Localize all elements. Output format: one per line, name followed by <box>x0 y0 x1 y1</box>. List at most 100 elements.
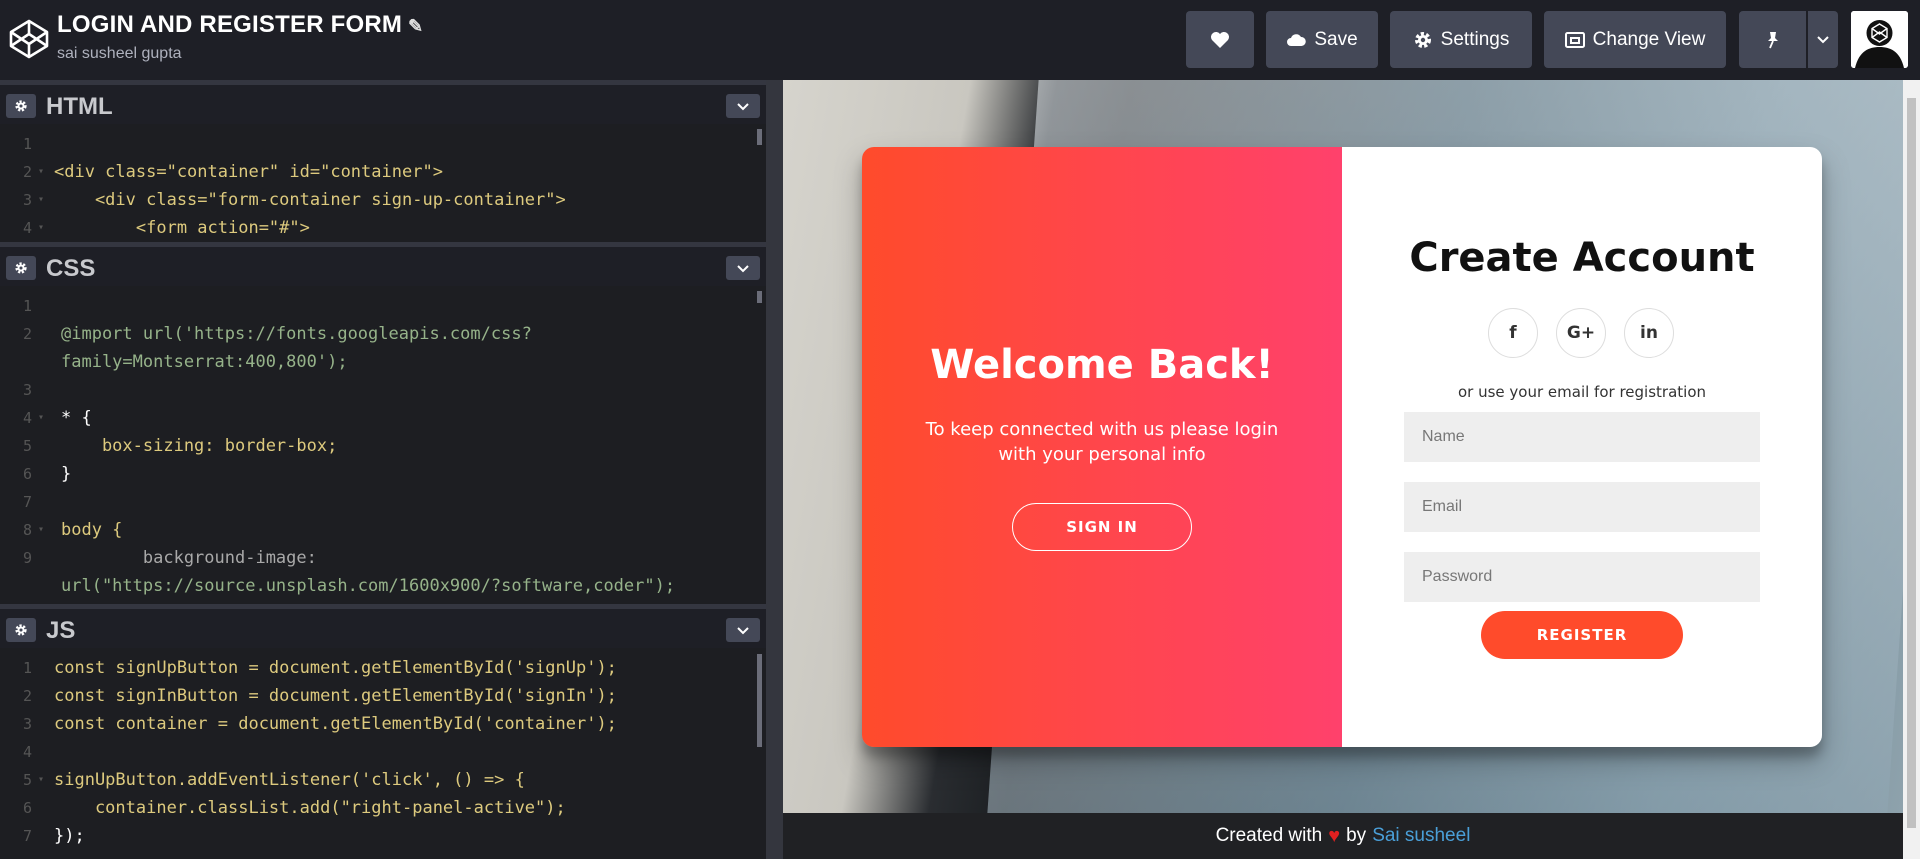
linkedin-icon[interactable]: in <box>1624 308 1674 358</box>
fold-arrow-icon[interactable]: ▾ <box>38 766 44 794</box>
footer-created-with: Created with <box>1215 825 1323 846</box>
heart-icon <box>1210 31 1230 49</box>
author-link[interactable]: Sai susheel <box>1372 825 1470 847</box>
code-text: signUpButton.addEventListener('click', (… <box>54 770 525 790</box>
user-avatar[interactable] <box>1851 11 1908 68</box>
fold-arrow-icon[interactable]: ▾ <box>38 214 44 242</box>
codepen-logo-icon[interactable] <box>8 18 50 60</box>
fold-arrow-icon[interactable]: ▾ <box>38 516 44 544</box>
code-text: <div class="form-container sign-up-conta… <box>54 190 566 210</box>
js-editor[interactable]: JS 1 const signUpButton = document.getEle… <box>0 604 766 859</box>
auth-card: Welcome Back! To keep connected with us … <box>862 147 1822 747</box>
settings-button[interactable]: Settings <box>1390 11 1532 68</box>
password-field[interactable] <box>1404 552 1760 602</box>
line-number: 5 <box>22 771 32 789</box>
preview-scrollbar[interactable] <box>1903 80 1920 859</box>
css-code[interactable]: 1 2 @import url('https://fonts.googleapis… <box>0 286 766 600</box>
code-text: box-sizing: border-box; <box>61 436 338 456</box>
fold-arrow-icon[interactable]: ▾ <box>38 186 44 214</box>
line-number: 9 <box>22 549 32 567</box>
html-settings-gear-icon[interactable] <box>6 94 36 118</box>
code-line: 3 ▾ <div class="form-container sign-up-co… <box>0 186 766 214</box>
code-line: url("https://source.unsplash.com/1600x90… <box>0 572 766 600</box>
line-number: 2 <box>22 687 32 705</box>
js-editor-header: JS <box>0 604 766 648</box>
editor-panel: HTML 1 2 ▾ <div class="container" id="cont… <box>0 80 766 859</box>
code-line: 1 <box>0 130 766 158</box>
code-line: 4 ▾ * { <box>0 404 766 432</box>
line-number: 1 <box>22 135 32 153</box>
fold-arrow-icon[interactable]: ▾ <box>38 404 44 432</box>
resize-divider[interactable] <box>766 80 783 859</box>
line-number: 4 <box>22 219 32 237</box>
code-text: * { <box>61 408 92 428</box>
pin-button[interactable] <box>1739 11 1806 68</box>
line-number: 6 <box>22 799 32 817</box>
email-field[interactable] <box>1404 482 1760 532</box>
line-number: 3 <box>22 191 32 209</box>
code-text: body { <box>61 520 123 540</box>
change-view-button[interactable]: Change View <box>1544 11 1726 68</box>
facebook-icon[interactable]: f <box>1488 308 1538 358</box>
line-number: 5 <box>22 437 32 455</box>
line-number: 3 <box>22 715 32 733</box>
html-scrollbar[interactable] <box>757 129 762 145</box>
code-line: 2 @import url('https://fonts.googleapis.c… <box>0 320 766 348</box>
pen-title[interactable]: LOGIN AND REGISTER FORM ✎ <box>57 11 423 39</box>
welcome-overlay-panel: Welcome Back! To keep connected with us … <box>862 147 1342 747</box>
line-number: 7 <box>22 493 32 511</box>
welcome-text: To keep connected with us please login w… <box>925 419 1279 465</box>
pen-author[interactable]: sai susheel gupta <box>57 45 182 63</box>
code-line: 3 <box>0 376 766 404</box>
edit-pencil-icon[interactable]: ✎ <box>408 16 423 36</box>
change-view-label: Change View <box>1592 28 1706 50</box>
code-line: 4 <box>0 738 766 766</box>
register-button[interactable]: REGISTER <box>1481 611 1683 659</box>
pen-title-text: LOGIN AND REGISTER FORM <box>57 11 403 38</box>
line-number: 2 <box>22 325 32 343</box>
html-collapse-chevron-icon[interactable] <box>726 94 760 118</box>
code-line: 2 ▾ <div class="container" id="container"> <box>0 158 766 186</box>
line-number: 8 <box>22 521 32 539</box>
css-collapse-chevron-icon[interactable] <box>726 256 760 280</box>
preview-scrollbar-thumb[interactable] <box>1907 98 1916 828</box>
sign-in-button[interactable]: SIGN IN <box>1012 503 1192 551</box>
create-account-title: Create Account <box>1409 235 1755 281</box>
code-text: @import url('https://fonts.googleapis.co… <box>61 324 532 344</box>
love-button[interactable] <box>1186 11 1254 68</box>
code-line: 2 const signInButton = document.getElemen… <box>0 682 766 710</box>
register-form: Create Account f G+ in or use your email… <box>1342 147 1822 747</box>
js-code[interactable]: 1 const signUpButton = document.getElemen… <box>0 648 766 850</box>
code-text: const container = document.getElementByI… <box>54 714 617 734</box>
js-collapse-chevron-icon[interactable] <box>726 618 760 642</box>
html-editor-header: HTML <box>0 80 766 124</box>
code-text: background-image: <box>61 548 317 568</box>
line-number: 4 <box>22 409 32 427</box>
line-number: 1 <box>22 659 32 677</box>
js-settings-gear-icon[interactable] <box>6 618 36 642</box>
html-code[interactable]: 1 2 ▾ <div class="container" id="container… <box>0 124 766 242</box>
pin-icon <box>1765 31 1781 49</box>
code-text: }); <box>54 826 85 846</box>
css-scrollbar[interactable] <box>757 291 762 303</box>
google-plus-icon[interactable]: G+ <box>1556 308 1606 358</box>
code-line: 1 const signUpButton = document.getElemen… <box>0 654 766 682</box>
code-text: } <box>61 464 72 484</box>
js-scrollbar[interactable] <box>757 654 762 747</box>
save-label: Save <box>1314 28 1358 50</box>
code-line: 5 ▾ signUpButton.addEventListener('click',… <box>0 766 766 794</box>
name-field[interactable] <box>1404 412 1760 462</box>
html-editor[interactable]: HTML 1 2 ▾ <div class="container" id="cont… <box>0 80 766 242</box>
save-button[interactable]: Save <box>1266 11 1378 68</box>
code-text: url("https://source.unsplash.com/1600x90… <box>61 576 676 596</box>
preview-frame: Welcome Back! To keep connected with us … <box>783 80 1903 813</box>
gear-icon <box>1413 30 1433 50</box>
line-number: 7 <box>22 827 32 845</box>
pin-menu-button[interactable] <box>1808 11 1838 68</box>
css-settings-gear-icon[interactable] <box>6 256 36 280</box>
code-line: 9 background-image: <box>0 544 766 572</box>
css-editor[interactable]: CSS 1 2 @import url('https://fonts.google… <box>0 242 766 604</box>
code-line: 4 ▾ <form action="#"> <box>0 214 766 242</box>
fold-arrow-icon[interactable]: ▾ <box>38 158 44 186</box>
settings-label: Settings <box>1440 28 1510 50</box>
